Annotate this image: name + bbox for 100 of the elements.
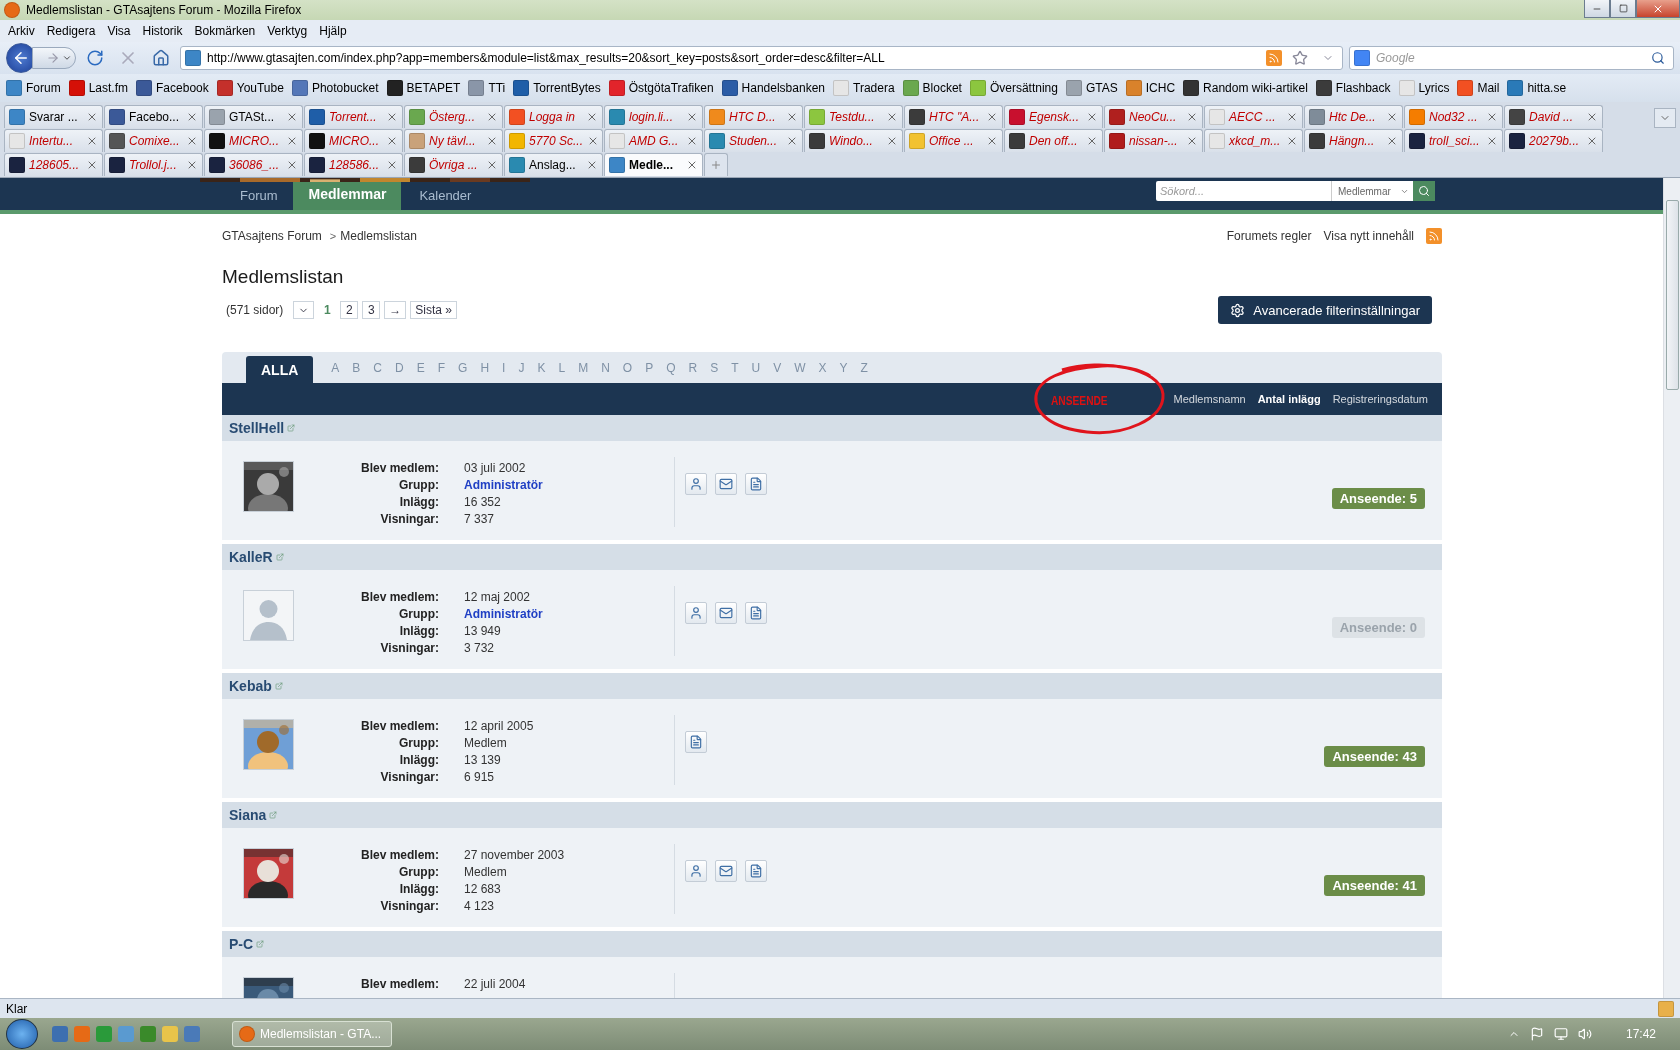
bookmark[interactable]: Översättning (969, 80, 1062, 96)
sort-link[interactable]: Antal inlägg (1257, 393, 1321, 405)
member-name[interactable]: P-C (229, 936, 254, 952)
close-icon[interactable] (1286, 135, 1298, 147)
letter-tab[interactable]: Y (833, 352, 854, 383)
bookmark[interactable]: GTAS (1066, 80, 1122, 96)
close-icon[interactable] (1286, 111, 1298, 123)
browser-tab[interactable]: Ny tävl... (404, 129, 503, 152)
close-icon[interactable] (186, 111, 198, 123)
close-icon[interactable] (986, 111, 998, 123)
close-icon[interactable] (1386, 135, 1398, 147)
bookmark[interactable]: Facebook (136, 80, 213, 96)
close-icon[interactable] (1486, 111, 1498, 123)
search-field[interactable]: Sökord... (1156, 181, 1331, 201)
message-button[interactable] (715, 860, 737, 882)
breadcrumb-link[interactable]: Medlemslistan (340, 229, 417, 243)
browser-tab[interactable]: 128586... (304, 153, 403, 176)
member-name[interactable]: Kebab (229, 678, 272, 694)
filter-settings-button[interactable]: Avancerade filterinställningar (1218, 296, 1432, 324)
next-page-link[interactable]: → (384, 301, 407, 319)
browser-tab[interactable]: Windo... (804, 129, 903, 152)
letter-tab[interactable]: X (812, 352, 833, 383)
group-link[interactable]: Administratör (464, 478, 674, 492)
browser-tab[interactable]: xkcd_m... (1204, 129, 1303, 152)
page-link[interactable]: 1 (318, 301, 337, 319)
bookmark[interactable]: Tradera (833, 80, 899, 96)
address-field[interactable]: http://www.gtasajten.com/index.php?app=members&module=list&max_results=20&sort_key=posts&sort_order=desc&filter=ALL (180, 46, 1343, 70)
bookmark[interactable]: Last.fm (68, 80, 133, 96)
menu-item[interactable]: Historik (136, 24, 189, 38)
bookmark[interactable]: Forum (6, 80, 65, 96)
browser-tab[interactable]: Facebo... (104, 105, 203, 128)
close-icon[interactable] (1186, 111, 1198, 123)
message-button[interactable] (715, 473, 737, 495)
browser-tab[interactable]: David ... (1504, 105, 1603, 128)
bookmark[interactable]: Photobucket (291, 80, 383, 96)
menu-item[interactable]: Hjälp (313, 24, 353, 38)
close-icon[interactable] (1386, 111, 1398, 123)
menu-item[interactable]: Bokmärken (188, 24, 262, 38)
browser-tab[interactable]: Studen... (704, 129, 803, 152)
browser-tab[interactable]: Hängn... (1304, 129, 1403, 152)
letter-tab[interactable]: Q (660, 352, 682, 383)
message-button[interactable] (715, 602, 737, 624)
letter-tab[interactable]: V (767, 352, 788, 383)
bookmark[interactable]: hitta.se (1507, 80, 1571, 96)
browser-tab[interactable]: 5770 Sc... (504, 129, 603, 152)
letter-tab[interactable]: A (325, 352, 346, 383)
browser-tab[interactable]: Egensk... (1004, 105, 1103, 128)
member-name[interactable]: Siana (229, 807, 267, 823)
close-icon[interactable] (686, 111, 698, 123)
bookmark[interactable]: Random wiki-artikel (1183, 80, 1312, 96)
browser-tab[interactable]: Office ... (904, 129, 1003, 152)
letter-tab[interactable]: K (531, 352, 552, 383)
close-icon[interactable] (86, 111, 98, 123)
nav-tab[interactable]: Kalender (401, 180, 487, 210)
letter-tab[interactable]: W (788, 352, 812, 383)
browser-tab[interactable]: GTASt... (204, 105, 303, 128)
close-icon[interactable] (886, 135, 898, 147)
close-icon[interactable] (786, 111, 798, 123)
member-name[interactable]: StellHell (229, 420, 285, 436)
bookmark[interactable]: ICHC (1125, 80, 1180, 96)
browser-tab[interactable]: 20279b... (1504, 129, 1603, 152)
sort-link[interactable]: Medlemsnamn (1173, 393, 1246, 405)
close-icon[interactable] (986, 135, 998, 147)
header-link[interactable]: Forumets regler (1226, 229, 1312, 243)
close-icon[interactable] (486, 135, 498, 147)
volume-icon[interactable] (1577, 1027, 1592, 1041)
close-icon[interactable] (386, 135, 398, 147)
letter-tab[interactable]: O (616, 352, 639, 383)
browser-tab[interactable]: HTC D... (704, 105, 803, 128)
close-icon[interactable] (786, 135, 798, 147)
close-icon[interactable] (86, 159, 98, 171)
bookmark[interactable]: Lyrics (1398, 80, 1454, 96)
profile-button[interactable] (685, 473, 707, 495)
browser-tab[interactable]: Österg... (404, 105, 503, 128)
bookmark[interactable]: Mail (1457, 80, 1504, 96)
content-button[interactable] (745, 473, 767, 495)
menu-item[interactable]: Arkiv (2, 24, 41, 38)
bookmark[interactable]: Blocket (902, 80, 966, 96)
history-dropdown-icon[interactable] (62, 53, 72, 63)
close-icon[interactable] (886, 111, 898, 123)
flag-icon[interactable] (1529, 1027, 1544, 1041)
browser-tab[interactable]: login.li... (604, 105, 703, 128)
bookmark[interactable]: Flashback (1315, 80, 1395, 96)
restore-button[interactable] (1610, 0, 1636, 18)
close-icon[interactable] (86, 135, 98, 147)
close-icon[interactable] (486, 159, 498, 171)
bookmark[interactable]: BETAPET (386, 80, 465, 96)
bookmark[interactable]: ÖstgötaTrafiken (608, 80, 718, 96)
content-button[interactable] (685, 731, 707, 753)
content-button[interactable] (745, 602, 767, 624)
bookmark[interactable]: YouTube (216, 80, 288, 96)
browser-tab[interactable]: 128605... (4, 153, 103, 176)
browser-tab[interactable]: Svarar ... (4, 105, 103, 128)
close-icon[interactable] (1586, 135, 1598, 147)
browser-tab[interactable]: Den off... (1004, 129, 1103, 152)
letter-tab[interactable]: M (572, 352, 595, 383)
browser-tab[interactable]: Comixe... (104, 129, 203, 152)
profile-button[interactable] (685, 602, 707, 624)
browser-tab[interactable]: Intertu... (4, 129, 103, 152)
browser-tab[interactable]: MICRO... (304, 129, 403, 152)
